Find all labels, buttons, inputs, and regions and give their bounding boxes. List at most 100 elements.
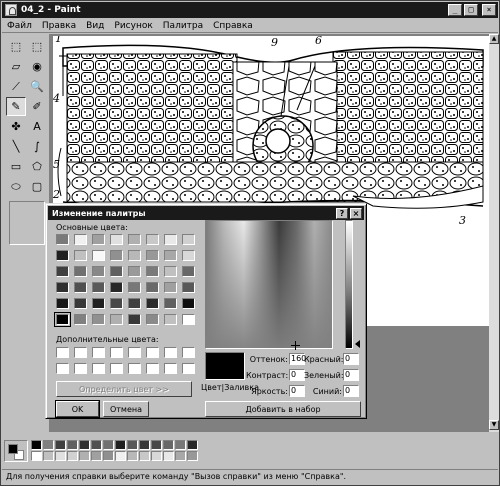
magnifier-icon[interactable]: 🔍 <box>27 77 47 96</box>
basic-color-swatch[interactable] <box>164 298 177 309</box>
menu-view[interactable]: Вид <box>81 21 109 31</box>
scroll-up-arrow-icon[interactable]: ▲ <box>489 34 499 44</box>
color-spectrum[interactable] <box>205 220 333 350</box>
basic-color-swatch[interactable] <box>110 266 123 277</box>
basic-color-swatch[interactable] <box>164 266 177 277</box>
palette-swatch[interactable] <box>43 451 54 461</box>
custom-color-swatch[interactable] <box>110 363 123 374</box>
palette-swatch[interactable] <box>139 451 150 461</box>
basic-color-swatch[interactable] <box>182 298 195 309</box>
basic-color-swatch[interactable] <box>92 234 105 245</box>
define-custom-color-button[interactable]: Определить цвет >> <box>56 381 192 397</box>
pencil-icon[interactable]: ✎ <box>6 97 26 116</box>
palette-swatch[interactable] <box>55 451 66 461</box>
dialog-close-button[interactable]: × <box>350 207 362 219</box>
sat-input[interactable]: 0 <box>289 369 305 381</box>
custom-color-swatch[interactable] <box>56 363 69 374</box>
basic-color-swatch[interactable] <box>146 234 159 245</box>
minimize-button[interactable]: _ <box>448 4 462 16</box>
eraser-icon[interactable]: ▱ <box>6 57 26 76</box>
ok-button[interactable]: OK <box>55 400 100 418</box>
paint-app-icon[interactable] <box>5 4 17 16</box>
basic-color-swatch[interactable] <box>110 298 123 309</box>
basic-color-swatch[interactable] <box>74 266 87 277</box>
current-colors-box[interactable] <box>4 440 28 462</box>
basic-color-swatch[interactable] <box>146 266 159 277</box>
red-input[interactable]: 0 <box>343 353 359 365</box>
basic-color-swatch[interactable] <box>128 234 141 245</box>
palette-swatch[interactable] <box>67 451 78 461</box>
custom-color-swatch[interactable] <box>182 363 195 374</box>
basic-color-swatch[interactable] <box>128 266 141 277</box>
tool-options-box[interactable] <box>9 201 45 245</box>
basic-color-swatch[interactable] <box>128 282 141 293</box>
basic-color-swatch[interactable] <box>56 234 69 245</box>
palette-swatch[interactable] <box>163 440 174 450</box>
custom-color-swatch[interactable] <box>164 363 177 374</box>
palette-swatch[interactable] <box>187 451 198 461</box>
curve-icon[interactable]: ∫ <box>27 137 47 156</box>
custom-color-swatch[interactable] <box>92 347 105 358</box>
menu-file[interactable]: Файл <box>2 21 37 31</box>
custom-color-swatch[interactable] <box>146 347 159 358</box>
basic-color-swatch[interactable] <box>54 312 71 327</box>
palette-swatch[interactable] <box>175 451 186 461</box>
palette-swatch[interactable] <box>31 440 42 450</box>
palette-swatch[interactable] <box>163 451 174 461</box>
palette-swatch[interactable] <box>91 451 102 461</box>
palette-swatch[interactable] <box>151 451 162 461</box>
maximize-button[interactable]: □ <box>464 4 478 16</box>
palette-swatch[interactable] <box>127 440 138 450</box>
basic-color-swatch[interactable] <box>74 298 87 309</box>
palette-swatch[interactable] <box>115 451 126 461</box>
basic-color-swatch[interactable] <box>164 234 177 245</box>
foreground-color-swatch[interactable] <box>8 444 18 454</box>
custom-color-swatch[interactable] <box>182 347 195 358</box>
basic-color-swatch[interactable] <box>110 250 123 261</box>
menu-edit[interactable]: Правка <box>37 21 81 31</box>
color-preview-swatch[interactable] <box>205 352 245 380</box>
basic-color-swatch[interactable] <box>182 282 195 293</box>
palette-swatch[interactable] <box>67 440 78 450</box>
palette-swatch[interactable] <box>79 440 90 450</box>
palette-swatch[interactable] <box>103 440 114 450</box>
custom-color-swatch[interactable] <box>128 347 141 358</box>
close-button[interactable]: × <box>482 4 496 16</box>
line-icon[interactable]: ╲ <box>6 137 26 156</box>
basic-color-swatch[interactable] <box>146 298 159 309</box>
palette-swatch[interactable] <box>187 440 198 450</box>
airbrush-icon[interactable]: ✤ <box>6 117 26 136</box>
basic-color-swatch[interactable] <box>56 266 69 277</box>
basic-color-swatch[interactable] <box>92 282 105 293</box>
custom-color-swatch[interactable] <box>74 363 87 374</box>
basic-color-swatch[interactable] <box>92 298 105 309</box>
custom-color-swatch[interactable] <box>146 363 159 374</box>
basic-color-swatch[interactable] <box>56 282 69 293</box>
custom-color-swatch[interactable] <box>164 347 177 358</box>
palette-swatch[interactable] <box>55 440 66 450</box>
basic-color-swatch[interactable] <box>128 314 141 325</box>
basic-color-swatch[interactable] <box>146 314 159 325</box>
rectangle-icon[interactable]: ▭ <box>6 157 26 176</box>
custom-color-swatch[interactable] <box>110 347 123 358</box>
palette-swatch[interactable] <box>43 440 54 450</box>
basic-color-swatch[interactable] <box>56 250 69 261</box>
basic-color-swatch[interactable] <box>182 314 195 325</box>
brush-icon[interactable]: ✐ <box>27 97 47 116</box>
basic-color-swatch[interactable] <box>110 282 123 293</box>
cancel-button[interactable]: Отмена <box>103 401 149 417</box>
menu-image[interactable]: Рисунок <box>109 21 157 31</box>
palette-swatch[interactable] <box>127 451 138 461</box>
basic-color-swatch[interactable] <box>74 314 87 325</box>
basic-color-swatch[interactable] <box>128 250 141 261</box>
basic-color-swatch[interactable] <box>182 266 195 277</box>
basic-color-swatch[interactable] <box>110 234 123 245</box>
crosshair-icon[interactable] <box>291 341 300 350</box>
basic-color-swatch[interactable] <box>182 250 195 261</box>
basic-color-swatch[interactable] <box>164 314 177 325</box>
palette-swatch[interactable] <box>79 451 90 461</box>
free-select-icon[interactable]: ⬚ <box>6 37 26 56</box>
luminosity-slider[interactable] <box>345 220 353 349</box>
lum-input[interactable]: 0 <box>289 385 305 397</box>
hue-input[interactable]: 160 <box>289 353 306 365</box>
